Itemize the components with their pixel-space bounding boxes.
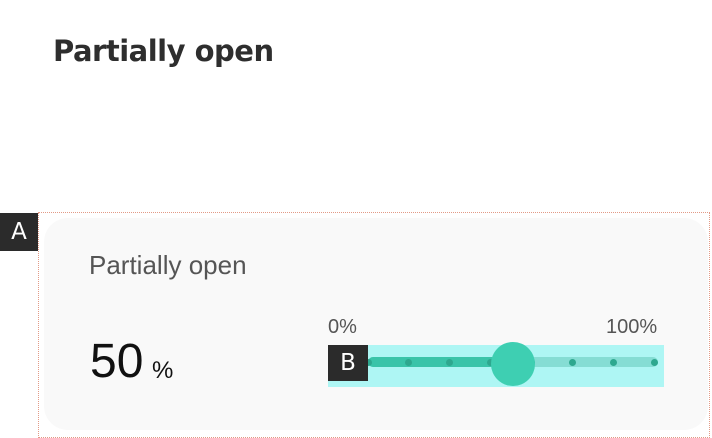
slider-tick xyxy=(609,359,617,366)
slider-thumb[interactable] xyxy=(491,342,535,386)
slider-tick xyxy=(568,359,576,366)
page-title: Partially open xyxy=(53,34,274,68)
range-min-label: 0% xyxy=(328,316,357,338)
annotation-marker-b: B xyxy=(328,345,368,381)
open-level-slider[interactable] xyxy=(328,342,664,387)
slider-tick xyxy=(650,359,658,366)
annotation-marker-a: A xyxy=(0,213,38,251)
card-title: Partially open xyxy=(89,250,247,280)
value-readout: 50 xyxy=(90,335,144,388)
range-max-label: 100% xyxy=(606,316,658,338)
value-unit: % xyxy=(152,357,174,384)
